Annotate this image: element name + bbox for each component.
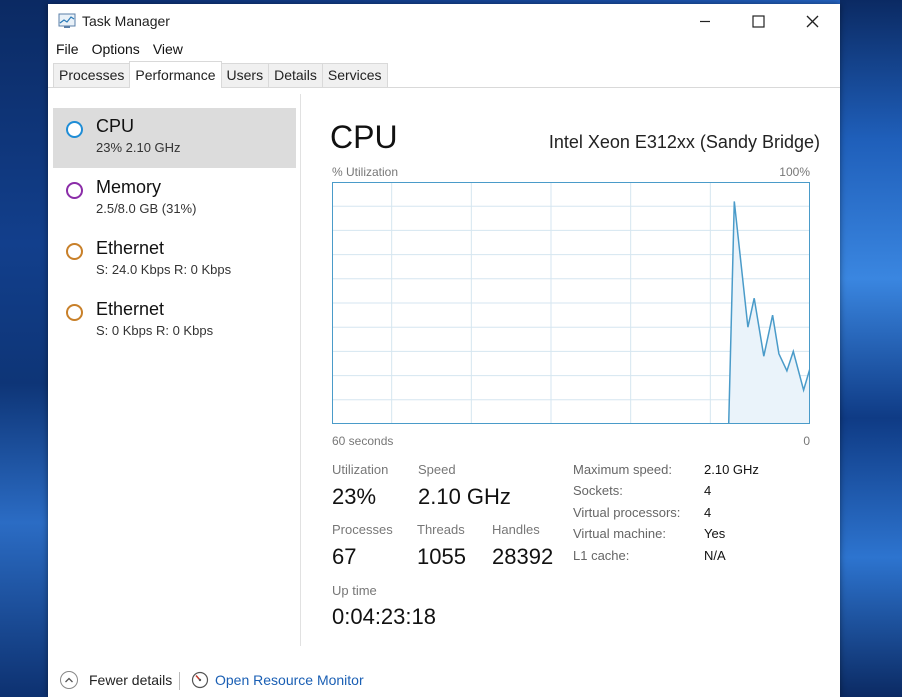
tab-performance[interactable]: Performance	[129, 61, 222, 88]
handles-label: Handles	[492, 522, 540, 537]
tab-bar: Processes Performance Users Details Serv…	[48, 61, 840, 88]
fewer-details-button[interactable]: Fewer details	[89, 672, 172, 688]
desktop-background-left	[0, 0, 48, 697]
maximize-button[interactable]	[735, 4, 781, 38]
tab-details[interactable]: Details	[268, 63, 323, 87]
sidebar-item-memory[interactable]: Memory 2.5/8.0 GB (31%)	[53, 169, 296, 229]
menu-view[interactable]: View	[153, 41, 183, 57]
cpu-utilization-graph	[332, 182, 810, 424]
spec-label: Maximum speed:	[573, 462, 672, 477]
x-axis-right-label: 0	[803, 434, 810, 448]
cpu-model-name: Intel Xeon E312xx (Sandy Bridge)	[548, 132, 820, 152]
uptime-label: Up time	[332, 583, 377, 598]
y-axis-label: % Utilization	[332, 165, 399, 179]
menu-bar: File Options View	[48, 38, 840, 60]
ethernet-indicator-icon	[66, 304, 83, 321]
chevron-up-icon[interactable]	[60, 671, 78, 689]
sidebar-item-detail: S: 0 Kbps R: 0 Kbps	[96, 323, 214, 338]
utilization-value: 23%	[332, 484, 377, 509]
desktop-background-right	[840, 0, 902, 697]
memory-indicator-icon	[66, 182, 83, 199]
spec-value: 4	[704, 483, 712, 498]
sidebar-item-name: Memory	[96, 177, 162, 197]
sidebar-item-detail: S: 24.0 Kbps R: 0 Kbps	[96, 262, 232, 277]
spec-label: Sockets:	[573, 483, 623, 498]
menu-options[interactable]: Options	[92, 41, 140, 57]
tab-processes[interactable]: Processes	[53, 63, 131, 87]
processes-label: Processes	[332, 522, 393, 537]
sidebar-item-ethernet-1[interactable]: Ethernet S: 24.0 Kbps R: 0 Kbps	[53, 230, 296, 290]
window-title: Task Manager	[82, 13, 170, 29]
cpu-indicator-icon	[66, 121, 83, 138]
page-title: CPU	[330, 119, 398, 155]
resource-monitor-icon	[191, 671, 209, 689]
spec-label: Virtual machine:	[573, 526, 666, 541]
resource-sidebar: CPU 23% 2.10 GHz Memory 2.5/8.0 GB (31%)…	[48, 94, 301, 646]
ethernet-indicator-icon	[66, 243, 83, 260]
tab-services[interactable]: Services	[321, 63, 388, 87]
menu-file[interactable]: File	[56, 41, 79, 57]
footer-separator	[179, 672, 180, 690]
spec-value: Yes	[704, 526, 726, 541]
utilization-label: Utilization	[332, 462, 389, 477]
spec-label: L1 cache:	[573, 548, 630, 563]
speed-value: 2.10 GHz	[418, 484, 511, 509]
sidebar-item-name: Ethernet	[96, 299, 165, 319]
cpu-detail-panel: CPU Intel Xeon E312xx (Sandy Bridge) % U…	[330, 94, 820, 646]
processes-value: 67	[332, 544, 357, 569]
sidebar-item-detail: 2.5/8.0 GB (31%)	[96, 201, 197, 216]
sidebar-item-detail: 23% 2.10 GHz	[96, 140, 181, 155]
spec-value: 4	[704, 505, 712, 520]
speed-label: Speed	[418, 462, 456, 477]
task-manager-window: Task Manager File Options View Processes…	[48, 4, 840, 697]
x-axis-left-label: 60 seconds	[332, 434, 394, 448]
sidebar-item-name: CPU	[96, 116, 135, 136]
uptime-value: 0:04:23:18	[332, 604, 436, 629]
spec-value: N/A	[704, 548, 726, 563]
spec-value: 2.10 GHz	[704, 462, 759, 477]
threads-value: 1055	[417, 544, 466, 569]
y-axis-max-label: 100%	[779, 165, 810, 179]
sidebar-item-ethernet-2[interactable]: Ethernet S: 0 Kbps R: 0 Kbps	[53, 291, 296, 351]
close-icon	[806, 15, 818, 27]
handles-value: 28392	[492, 544, 554, 569]
close-button[interactable]	[789, 4, 835, 38]
minimize-icon	[700, 20, 710, 23]
performance-content: CPU 23% 2.10 GHz Memory 2.5/8.0 GB (31%)…	[48, 94, 840, 646]
sidebar-item-cpu[interactable]: CPU 23% 2.10 GHz	[53, 108, 296, 168]
title-bar[interactable]: Task Manager	[48, 4, 840, 38]
tab-users[interactable]: Users	[220, 63, 270, 87]
threads-label: Threads	[417, 522, 465, 537]
spec-label: Virtual processors:	[573, 505, 681, 520]
task-manager-icon	[58, 13, 76, 28]
footer-bar: Fewer details Open Resource Monitor	[48, 666, 840, 696]
sidebar-item-name: Ethernet	[96, 238, 165, 258]
open-resource-monitor-link[interactable]: Open Resource Monitor	[215, 672, 364, 688]
maximize-icon	[751, 14, 765, 28]
minimize-button[interactable]	[682, 4, 728, 38]
